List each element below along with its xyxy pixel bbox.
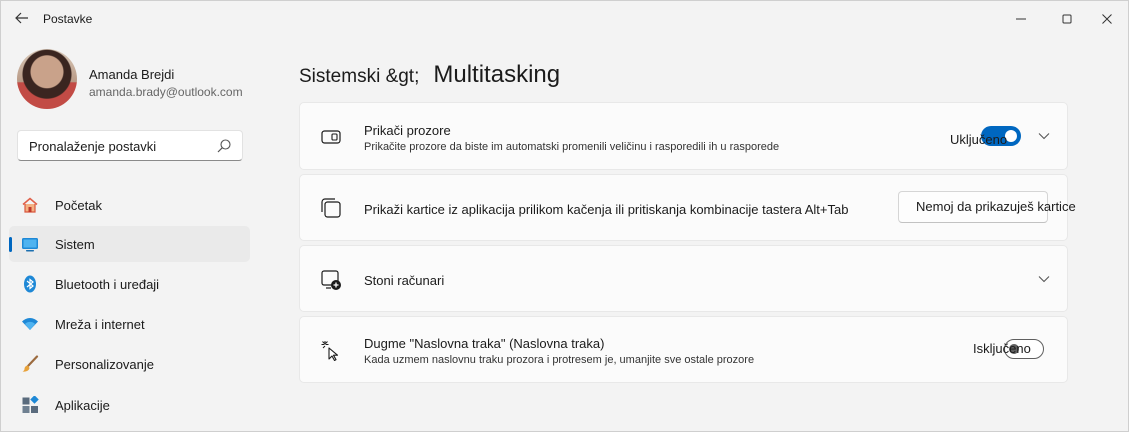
settings-window: Postavke Amanda Brejdi amanda.brady@outl… bbox=[0, 0, 1129, 432]
search-input[interactable]: Pronalaženje postavki bbox=[29, 139, 156, 154]
toggle-state-label: Uključeno bbox=[950, 132, 1008, 147]
minimize-icon bbox=[1016, 18, 1026, 20]
breadcrumb-parent[interactable]: Sistemski &gt; bbox=[299, 66, 419, 88]
user-email: amanda.brady@outlook.com bbox=[89, 85, 243, 99]
system-icon bbox=[22, 238, 38, 252]
minimize-button[interactable] bbox=[1001, 5, 1041, 33]
sidebar-item-personalization[interactable]: Personalizovanje bbox=[9, 346, 250, 382]
search-icon[interactable] bbox=[216, 138, 232, 154]
chevron-down-icon[interactable] bbox=[1037, 129, 1051, 143]
avatar[interactable] bbox=[17, 49, 77, 109]
sidebar-item-label: Aplikacije bbox=[55, 398, 110, 413]
title-bar-shake-card: Dugme "Naslovna traka" (Naslovna traka) … bbox=[299, 316, 1068, 383]
sidebar-item-apps[interactable]: Aplikacije bbox=[9, 387, 250, 423]
sidebar-item-system[interactable]: Sistem bbox=[9, 226, 250, 262]
title-bar-shake-icon bbox=[321, 341, 339, 361]
wifi-icon bbox=[22, 318, 38, 330]
virtual-desktops-icon bbox=[321, 270, 341, 290]
window-title: Postavke bbox=[43, 12, 93, 26]
bluetooth-icon bbox=[24, 275, 36, 293]
card-description: Prikačite prozore da biste im automatski… bbox=[364, 141, 780, 153]
breadcrumb: Sistemski &gt; Multitasking bbox=[299, 61, 560, 89]
search-box[interactable]: Pronalaženje postavki bbox=[17, 130, 243, 161]
sidebar-item-label: Mreža i internet bbox=[55, 317, 145, 332]
snap-windows-card[interactable]: Prikači prozore Prikačite prozore da bis… bbox=[299, 102, 1068, 170]
alt-tab-card: Prikaži kartice iz aplikacija prilikom k… bbox=[299, 174, 1076, 241]
sidebar-item-label: Personalizovanje bbox=[55, 357, 155, 372]
back-button[interactable] bbox=[9, 7, 35, 29]
chevron-down-icon[interactable] bbox=[1037, 272, 1051, 286]
virtual-desktops-card[interactable]: Stoni računari bbox=[299, 245, 1068, 312]
card-title: Dugme "Naslovna traka" (Naslovna traka) bbox=[364, 336, 605, 351]
sidebar-item-label: Sistem bbox=[55, 237, 95, 252]
brush-icon bbox=[22, 355, 39, 372]
sidebar-item-home[interactable]: Početak bbox=[9, 187, 250, 223]
snap-window-icon bbox=[321, 130, 341, 144]
page-title: Multitasking bbox=[433, 61, 561, 88]
maximize-button[interactable] bbox=[1047, 5, 1087, 33]
card-description: Kada uzmem naslovnu traku prozora i prot… bbox=[364, 354, 755, 366]
apps-icon bbox=[22, 396, 39, 413]
toggle-state-label: Isključeno bbox=[973, 341, 1031, 356]
close-button[interactable] bbox=[1087, 5, 1127, 33]
home-icon bbox=[22, 197, 38, 213]
card-title: Prikači prozore bbox=[364, 123, 451, 138]
title-bar: Postavke bbox=[1, 1, 1128, 37]
maximize-icon bbox=[1062, 14, 1072, 24]
arrow-left-icon bbox=[15, 12, 28, 24]
active-indicator bbox=[9, 237, 12, 252]
user-name: Amanda Brejdi bbox=[89, 67, 175, 82]
tabs-icon bbox=[321, 198, 341, 218]
sidebar-item-bluetooth[interactable]: Bluetooth i uređaji bbox=[9, 266, 250, 302]
sidebar-item-label: Bluetooth i uređaji bbox=[55, 277, 160, 292]
alt-tab-dropdown-button[interactable]: Nemoj da prikazuješ kartice bbox=[898, 191, 1076, 223]
close-icon bbox=[1102, 14, 1112, 24]
sidebar-item-label: Početak bbox=[55, 198, 102, 213]
card-title: Prikaži kartice iz aplikacija prilikom k… bbox=[364, 202, 849, 217]
sidebar-item-network[interactable]: Mreža i internet bbox=[9, 306, 250, 342]
card-title: Stoni računari bbox=[364, 273, 445, 288]
